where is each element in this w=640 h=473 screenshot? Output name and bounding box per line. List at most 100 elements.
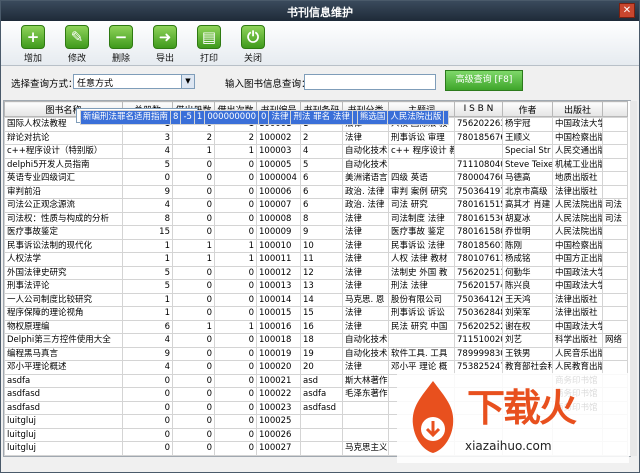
table-cell: 0 xyxy=(172,279,215,294)
table-cell: 9 xyxy=(122,184,173,199)
table-row[interactable]: c++程序设计（特别版） 4 1 1 100003 4 自动化技术. c++ 程序设计 教 Sp… xyxy=(4,144,628,159)
table-cell: 0 xyxy=(172,198,215,213)
table-row[interactable]: 辩论对抗论3221000022法律刑事诉讼 审理7801856767王顺义中国检… xyxy=(4,130,628,145)
table-cell: 7801856010 xyxy=(454,238,503,253)
column-header[interactable]: 作者 xyxy=(502,101,553,117)
export-button[interactable]: ➜ 导出 xyxy=(147,25,183,65)
table-cell: 100006 xyxy=(256,184,301,199)
table-cell: 0 xyxy=(172,265,215,280)
table-cell: 法律 xyxy=(342,279,389,294)
table-row[interactable]: 邓小平理论概述40010002020法律邓小平 理论 概7538252479教育… xyxy=(4,360,628,375)
table-row[interactable]: 程序保障的理论视角10010001515法律刑事诉讼 诉讼7503628480刘… xyxy=(4,306,628,321)
table-cell xyxy=(300,441,343,456)
table-row[interactable]: 新编刑法罪名适用指南 8 -5 1 000000000 0 法律 刑法 罪名 法律 熊选国 人民法… xyxy=(76,108,450,125)
table-row[interactable]: 一人公司制度比较研究 1 0 0 100014 14 马克思. 恩股份有限公司 7503641… xyxy=(4,292,628,307)
column-header[interactable] xyxy=(602,101,628,117)
table-cell xyxy=(602,319,628,334)
table-cell: 100019 xyxy=(256,346,301,361)
table-row[interactable]: 物权原理编61110001616法律民法 研究 中国7562025220谢在权中… xyxy=(4,319,628,334)
close-window-icon[interactable]: ✕ xyxy=(619,3,635,18)
table-row[interactable]: 刑事法评论50010001313法律刑法 法律7562015740陈兴良中国政法… xyxy=(4,279,628,294)
edit-button[interactable]: ✎ 修改 xyxy=(59,25,95,65)
table-cell: 教育部社会科 xyxy=(502,360,553,375)
table-cell: 6 xyxy=(300,198,343,213)
table-cell: 0 xyxy=(214,373,257,388)
table-row[interactable]: 医疗事故鉴定15001000099法律医疗事故 鉴定7801615809乔世明人… xyxy=(4,225,628,240)
table-cell: luitgluj xyxy=(4,427,123,442)
table-cell: 0 xyxy=(214,414,257,429)
table-cell xyxy=(602,130,628,145)
table-row[interactable]: 司法公正观念源流4001000076政治. 法律司法 研究7801615155高… xyxy=(4,198,628,213)
table-row[interactable]: delphi5开发人员指南5001000055自动化技术.7111080408S… xyxy=(4,157,628,172)
vertical-scrollbar[interactable] xyxy=(630,101,637,456)
table-cell: 美洲诸语言 xyxy=(342,171,389,186)
table-cell xyxy=(602,171,628,186)
add-button[interactable]: + 增加 xyxy=(15,25,51,65)
print-button[interactable]: ▤ 打印 xyxy=(191,25,227,65)
delete-button[interactable]: − 删除 xyxy=(103,25,139,65)
table-cell: 0 xyxy=(214,292,257,307)
table-cell: 0 xyxy=(214,184,257,199)
table-row[interactable]: 民事诉讼法制的现代化11110001010法律民事诉讼 法律7801856010… xyxy=(4,238,628,253)
close-button[interactable]: ⏻ 关闭 xyxy=(235,25,271,65)
table-cell: 14 xyxy=(300,292,343,307)
table-row[interactable]: 审判前沿9001000066政治. 法律审判 案例 研究7503641975北京… xyxy=(4,184,628,199)
advanced-search-button[interactable]: 高级查询 [F8] xyxy=(445,70,523,91)
book-query-input[interactable] xyxy=(304,74,436,90)
table-cell: 0 xyxy=(172,211,215,226)
table-cell: 中国政法大学 xyxy=(552,319,603,334)
query-mode-select[interactable]: 任意方式 ▼ xyxy=(73,74,195,89)
table-cell: 编程黑马真言 xyxy=(4,346,123,361)
table-cell: 0 xyxy=(172,171,215,186)
table-cell: 人权法学 xyxy=(4,252,123,267)
table-cell: 司法制度 法律 xyxy=(388,211,455,226)
table-cell: 人民教育出版 xyxy=(552,360,603,375)
table-cell: Special Str xyxy=(502,144,553,159)
table-cell: asdfa xyxy=(4,373,123,388)
wrench-icon: ✎ xyxy=(65,25,89,49)
table-cell: 熊选国 xyxy=(356,110,389,125)
search-row: 选择查询方式： 任意方式 ▼ 输入图书信息查询： 高级查询 [F8] xyxy=(1,67,639,97)
table-cell: 5 xyxy=(122,157,173,172)
table-cell: 7562022631 xyxy=(454,117,503,132)
table-cell: 司法 xyxy=(602,211,628,226)
table-cell: 股份有限公司 xyxy=(388,292,455,307)
table-cell: 司法 研究 xyxy=(388,198,455,213)
window-title: 书刊信息维护 xyxy=(287,6,353,19)
table-cell: 0 xyxy=(172,441,215,456)
table-cell: 4 xyxy=(122,333,173,348)
table-cell xyxy=(602,144,628,159)
table-row[interactable]: Delphi第三方控件使用大全 4 0 0 100018 18 自动化技术. 71151002… xyxy=(4,333,628,348)
table-cell: delphi5开发人员指南 xyxy=(4,157,123,172)
table-cell: 7801615363 xyxy=(454,211,503,226)
table-cell xyxy=(443,110,450,125)
table-cell: 16 xyxy=(300,319,343,334)
table-cell xyxy=(602,346,628,361)
table-row[interactable]: 人权法学11110001111法律人权 法律 教材7801076135杨成铭中国… xyxy=(4,252,628,267)
table-cell: 0 xyxy=(122,171,173,186)
watermark-url: xiazaihuo.com xyxy=(465,439,552,453)
column-header[interactable]: I S B N xyxy=(454,101,503,117)
table-cell: 医疗事故鉴定 xyxy=(4,225,123,240)
table-cell: 0 xyxy=(257,110,270,125)
table-cell: 1 xyxy=(122,306,173,321)
table-cell: 100016 xyxy=(256,319,301,334)
table-cell: 谢在权 xyxy=(502,319,553,334)
table-cell: 7801615155 xyxy=(454,198,503,213)
table-cell: 0 xyxy=(122,454,173,456)
table-cell: 100022 xyxy=(256,387,301,402)
column-header[interactable]: 出版社 xyxy=(552,101,603,117)
table-cell: 法律 xyxy=(342,130,389,145)
table-row[interactable]: 编程黑马真言90010001919自动化技术.软件工具. 工具789999830… xyxy=(4,346,628,361)
table-cell xyxy=(602,292,628,307)
table-row[interactable]: 司法权：性质与构成的分析8001000088法律司法制度 法律780161536… xyxy=(4,211,628,226)
table-cell: Steve Teixe xyxy=(502,157,553,172)
chevron-down-icon[interactable]: ▼ xyxy=(181,75,194,88)
table-row[interactable]: 外国法律史研究50010001212法律法制史 外国 教7562025114何勤… xyxy=(4,265,628,280)
table-cell: 8 xyxy=(122,211,173,226)
table-cell: 0 xyxy=(214,400,257,415)
table-cell: 0 xyxy=(172,346,215,361)
table-cell: 0 xyxy=(122,373,173,388)
table-row[interactable]: 英语专业四级词汇00010000046美洲诸语言四级 英语7800047601马… xyxy=(4,171,628,186)
table-cell: 19 xyxy=(300,346,343,361)
